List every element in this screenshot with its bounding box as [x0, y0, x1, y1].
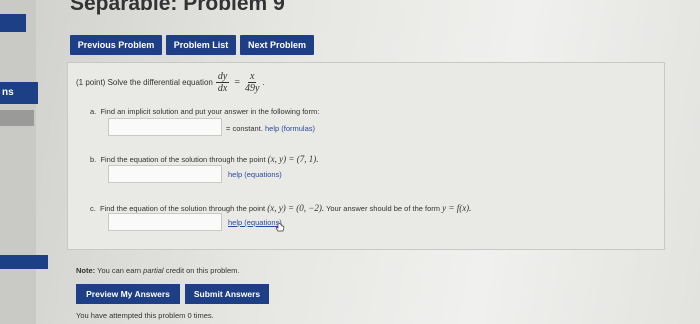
point-b: (x, y) = (7, 1).	[267, 154, 319, 164]
part-b-prompt: b. Find the equation of the solution thr…	[90, 154, 319, 164]
submit-answers-button[interactable]: Submit Answers	[185, 284, 269, 304]
part-a-prompt: a. Find an implicit solution and put you…	[90, 107, 320, 116]
problem-statement: (1 point) Solve the differential equatio…	[76, 71, 265, 94]
help-equations-link-c[interactable]: help (equations)	[228, 218, 282, 227]
part-c-prompt: c. Find the equation of the solution thr…	[90, 203, 472, 213]
help-equations-link-b[interactable]: help (equations)	[228, 170, 282, 179]
sidebar-block[interactable]	[0, 255, 48, 269]
hand-cursor-icon	[275, 222, 285, 232]
point-c: (x, y) = (0, −2).	[267, 203, 325, 213]
answer-form: y = f(x).	[442, 203, 472, 213]
prompt-text: Solve the differential equation	[107, 78, 213, 87]
page-title: Separable: Problem 9	[70, 0, 285, 15]
previous-problem-button[interactable]: Previous Problem	[70, 35, 162, 55]
sidebar-item-label: ns	[2, 87, 14, 98]
sidebar-item-active[interactable]: ns	[0, 82, 38, 104]
sidebar-item[interactable]	[0, 110, 34, 126]
derivative-fraction: dy dx	[215, 71, 230, 94]
partial-credit-note: Note: You can earn partial credit on thi…	[76, 266, 240, 275]
next-problem-button[interactable]: Next Problem	[240, 35, 314, 55]
sidebar	[0, 0, 36, 324]
attempts-status: You have attempted this problem 0 times.	[76, 311, 214, 320]
answer-input-c[interactable]	[108, 213, 222, 231]
answer-input-a[interactable]	[108, 118, 222, 136]
problem-list-button[interactable]: Problem List	[166, 35, 236, 55]
help-formulas-link[interactable]: help (formulas)	[265, 124, 315, 133]
points-label: (1 point)	[76, 78, 106, 87]
sidebar-block[interactable]	[0, 14, 26, 32]
preview-answers-button[interactable]: Preview My Answers	[76, 284, 180, 304]
answer-input-b[interactable]	[108, 165, 222, 183]
part-a-suffix: = constant. help (formulas)	[226, 124, 316, 133]
rhs-fraction: x 49y	[244, 71, 260, 94]
